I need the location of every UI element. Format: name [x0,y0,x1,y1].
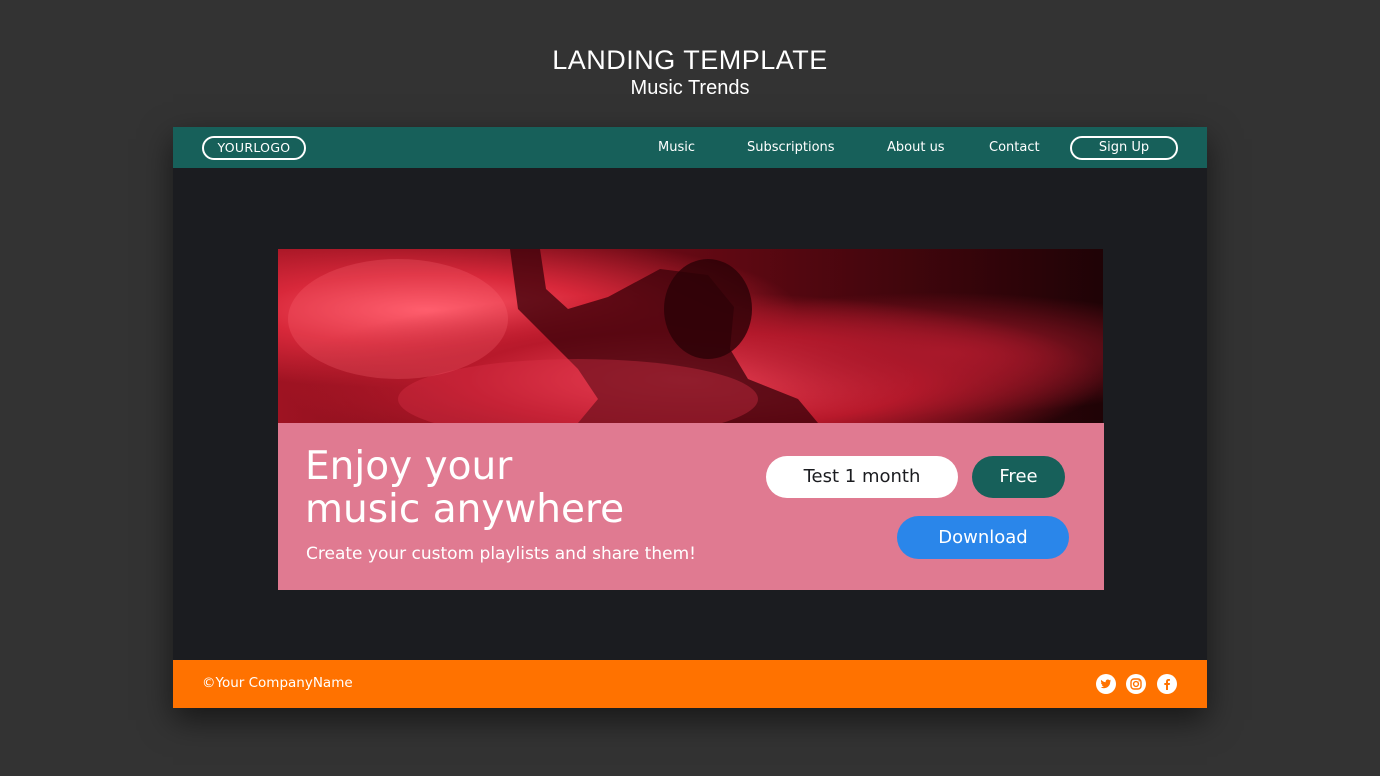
promo-headline-line1: Enjoy your [305,444,513,489]
copyright-text: ©Your CompanyName [202,675,353,691]
nav-link-subscriptions[interactable]: Subscriptions [747,139,835,156]
hero-image [278,249,1103,423]
landing-page-mockup: YOURLOGO Music Subscriptions About us Co… [173,127,1207,708]
promo-panel: Enjoy your music anywhere Create your cu… [278,423,1104,590]
promo-headline: Enjoy your music anywhere [305,445,624,531]
nav-link-about-us[interactable]: About us [887,139,945,156]
test-1-month-button[interactable]: Test 1 month [766,456,958,498]
nav-link-music[interactable]: Music [658,139,695,156]
instagram-icon[interactable] [1126,674,1146,694]
sign-up-button[interactable]: Sign Up [1070,136,1178,160]
logo[interactable]: YOURLOGO [202,136,306,160]
page-title: LANDING TEMPLATE [552,45,828,75]
promo-headline-line2: music anywhere [305,487,625,532]
facebook-icon[interactable] [1157,674,1177,694]
promo-subtext: Create your custom playlists and share t… [306,544,696,564]
free-button[interactable]: Free [972,456,1065,498]
concert-photo-icon [278,249,1103,423]
navbar: YOURLOGO Music Subscriptions About us Co… [173,127,1207,168]
download-button[interactable]: Download [897,516,1069,559]
page-heading: LANDING TEMPLATE Music Trends [0,44,1380,100]
nav-link-contact[interactable]: Contact [989,139,1040,156]
footer: ©Your CompanyName [173,660,1207,708]
twitter-icon[interactable] [1096,674,1116,694]
page-subtitle: Music Trends [630,77,750,99]
